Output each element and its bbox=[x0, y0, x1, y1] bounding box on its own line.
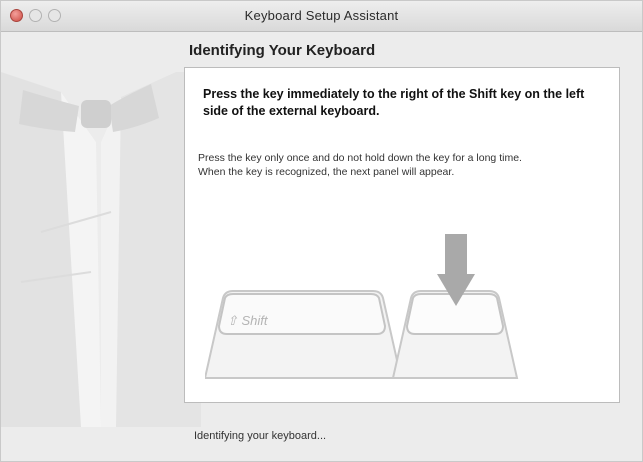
window-title: Keyboard Setup Assistant bbox=[244, 8, 399, 23]
title-bar[interactable]: Keyboard Setup Assistant bbox=[1, 1, 642, 32]
note-line-1: Press the key only once and do not hold … bbox=[198, 152, 522, 164]
shift-key-illustration: ⇧ Shift bbox=[205, 290, 403, 379]
instruction-text: Press the key immediately to the right o… bbox=[203, 87, 585, 118]
keyboard-keys-illustration: ⇧ Shift bbox=[205, 234, 519, 379]
shift-key-label: ⇧ Shift bbox=[227, 313, 269, 328]
page-heading: Identifying Your Keyboard bbox=[189, 42, 376, 59]
keyboard-setup-window: Keyboard Setup Assistant Identifying You… bbox=[0, 0, 643, 462]
tuxedo-illustration bbox=[1, 72, 201, 427]
status-text: Identifying your keyboard... bbox=[194, 430, 327, 442]
note-text: Press the key only once and do not hold … bbox=[198, 151, 613, 179]
content-panel: Press the key immediately to the right o… bbox=[184, 67, 620, 403]
note-line-2: When the key is recognized, the next pan… bbox=[198, 166, 455, 178]
